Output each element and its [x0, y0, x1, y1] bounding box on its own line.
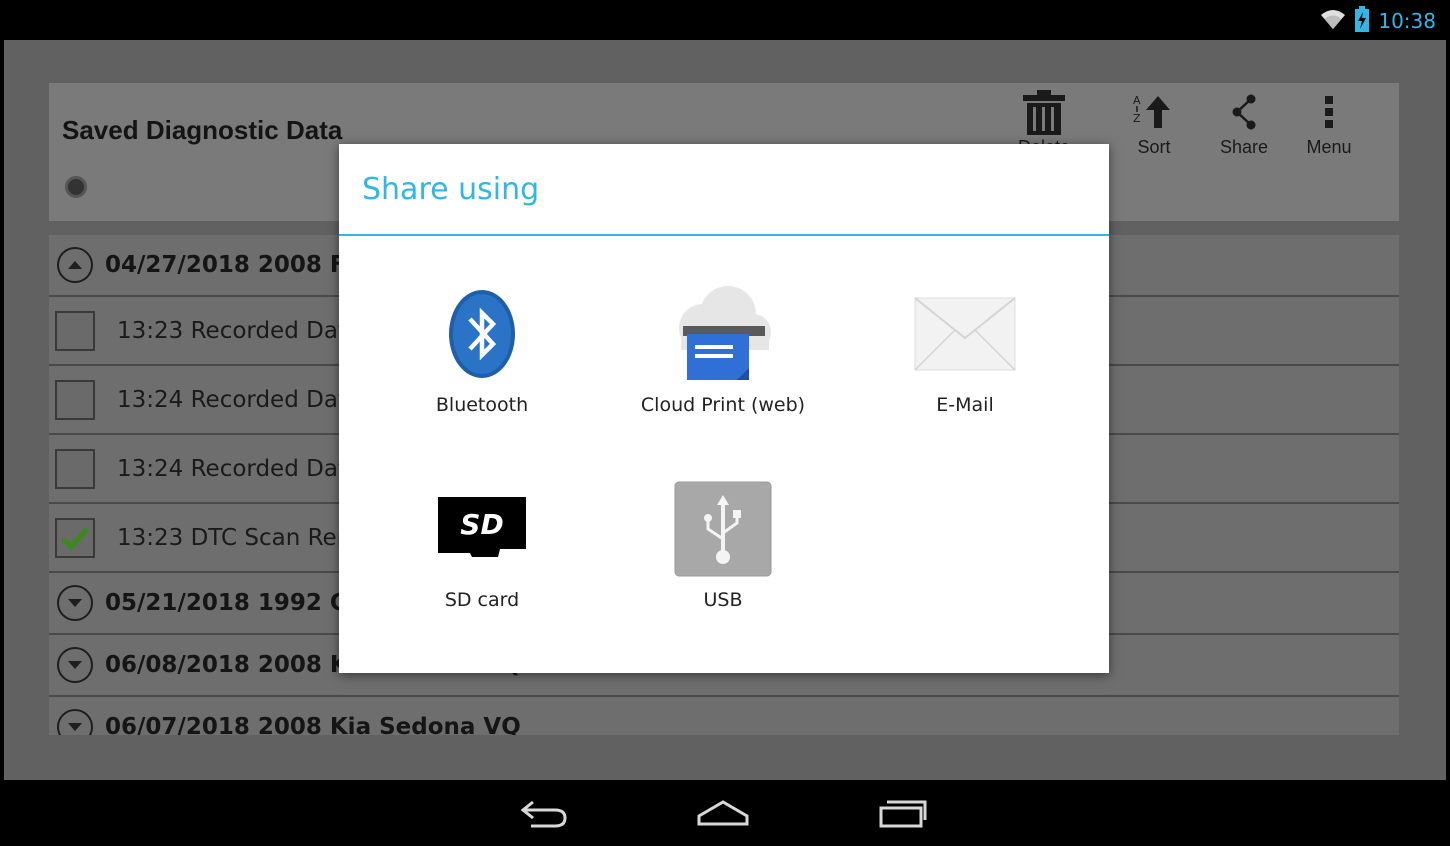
usb-icon: [603, 479, 843, 579]
group-row[interactable]: 06/07/2018 2008 Kia Sedona VQ: [49, 697, 1399, 735]
status-icons: 10:38: [1320, 5, 1436, 37]
recents-icon[interactable]: [868, 794, 938, 834]
item-label: 13:24 Recorded Data: [117, 455, 362, 482]
option-label: Cloud Print (web): [640, 394, 806, 416]
share-option-email[interactable]: E-Mail: [845, 284, 1085, 416]
share-icon: [1199, 87, 1289, 137]
group-label: 05/21/2018 1992 Chr: [105, 590, 375, 616]
trash-icon: [999, 87, 1089, 137]
menu-label: Menu: [1306, 137, 1352, 157]
status-bar: 10:38: [4, 2, 1446, 40]
item-label: 13:24 Recorded Data: [117, 386, 362, 413]
dialog-title: Share using: [362, 172, 540, 207]
sd-card-icon: SD: [362, 479, 602, 579]
expand-icon[interactable]: [57, 647, 93, 683]
svg-text:A: A: [1133, 94, 1141, 107]
share-button[interactable]: Share: [1199, 87, 1289, 158]
clock: 10:38: [1378, 9, 1436, 33]
home-icon[interactable]: [688, 794, 758, 834]
item-checkbox[interactable]: [55, 379, 95, 420]
checkmark-icon: [61, 526, 89, 551]
share-option-usb[interactable]: USB: [603, 479, 843, 611]
option-label: E-Mail: [936, 394, 994, 416]
item-checkbox[interactable]: [55, 310, 95, 351]
svg-text:SD: SD: [460, 508, 503, 541]
menu-button[interactable]: Menu: [1284, 87, 1374, 158]
svg-text:Z: Z: [1133, 112, 1141, 125]
item-label: 13:23 DTC Scan Rep: [117, 524, 352, 551]
battery-charging-icon: [1354, 5, 1370, 37]
item-label: 13:23 Recorded Data: [117, 317, 362, 344]
collapse-icon[interactable]: [57, 247, 93, 283]
option-label: Bluetooth: [435, 394, 529, 416]
share-option-bluetooth[interactable]: Bluetooth: [362, 284, 602, 416]
navigation-bar: [4, 780, 1446, 846]
share-option-sd-card[interactable]: SD SD card: [362, 479, 602, 611]
cloud-print-icon: [603, 284, 843, 384]
expand-icon[interactable]: [57, 709, 93, 735]
sort-button[interactable]: AZ Sort: [1109, 87, 1199, 158]
overflow-menu-icon: [1284, 87, 1374, 137]
dialog-divider: [339, 234, 1109, 236]
bluetooth-icon: [362, 284, 602, 384]
group-label: 06/07/2018 2008 Kia Sedona VQ: [105, 714, 521, 735]
item-checkbox[interactable]: [55, 448, 95, 489]
share-dialog: Share using Bluetooth Cloud Print (web) …: [339, 144, 1109, 673]
share-label: Share: [1219, 137, 1269, 157]
group-label: 04/27/2018 2008 For: [105, 252, 372, 278]
share-option-cloud-print[interactable]: Cloud Print (web): [603, 284, 843, 416]
status-indicator-icon: [65, 176, 87, 198]
option-label: SD card: [444, 589, 520, 611]
item-checkbox-checked[interactable]: [55, 517, 95, 558]
wifi-icon: [1320, 8, 1346, 35]
page-title: Saved Diagnostic Data: [62, 115, 343, 145]
sort-az-icon: AZ: [1109, 87, 1199, 137]
back-icon[interactable]: [509, 794, 579, 834]
sort-label: Sort: [1137, 137, 1171, 157]
expand-icon[interactable]: [57, 585, 93, 621]
email-envelope-icon: [845, 284, 1085, 384]
option-label: USB: [703, 589, 743, 611]
